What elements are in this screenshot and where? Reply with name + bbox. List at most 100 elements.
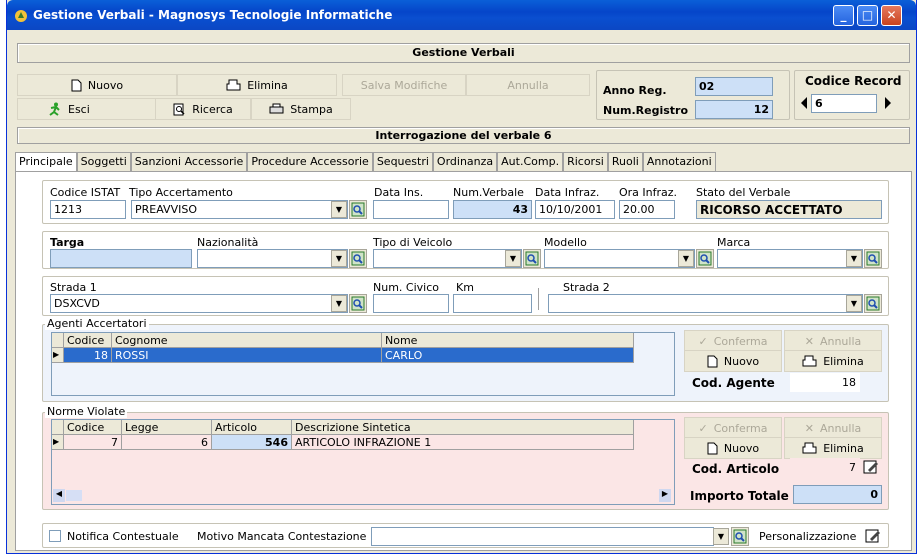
data-infraz-field[interactable]: 10/10/2001 bbox=[535, 200, 615, 219]
tab-ordinanza[interactable]: Ordinanza bbox=[432, 152, 498, 172]
agenti-nuovo-button[interactable]: Nuovo bbox=[684, 350, 782, 372]
app-icon bbox=[15, 10, 27, 22]
anno-reg-field[interactable]: 02 bbox=[695, 77, 773, 96]
table-row[interactable]: 7 bbox=[64, 435, 122, 450]
km-field[interactable] bbox=[453, 294, 532, 313]
tipo-veicolo-dropdown-icon[interactable]: ▼ bbox=[505, 250, 521, 267]
minimize-button[interactable]: _ bbox=[833, 5, 854, 26]
agenti-conferma-button[interactable]: ✓ Conferma bbox=[684, 330, 782, 352]
targa-label: Targa bbox=[50, 236, 85, 249]
nazionalita-search-button[interactable] bbox=[349, 249, 367, 268]
codice-record-field[interactable]: 6 bbox=[811, 94, 877, 113]
cod-agente-field[interactable]: 18 bbox=[790, 373, 860, 392]
norme-col-legge[interactable]: Legge bbox=[122, 420, 212, 435]
agenti-col-nome[interactable]: Nome bbox=[382, 333, 634, 348]
ora-infraz-field[interactable]: 20.00 bbox=[619, 200, 675, 219]
magnifier-icon bbox=[351, 296, 365, 311]
tipo-accertamento-dropdown-icon[interactable]: ▼ bbox=[331, 201, 347, 218]
table-row[interactable]: 546 bbox=[212, 435, 292, 450]
stampa-button[interactable]: Stampa bbox=[251, 98, 351, 120]
data-ins-field[interactable] bbox=[373, 200, 449, 219]
motivo-search-button[interactable] bbox=[731, 527, 749, 546]
tab-procedure-accessorie[interactable]: Procedure Accessorie bbox=[247, 152, 373, 172]
scroll-thumb[interactable] bbox=[66, 490, 82, 501]
cross-icon: ✕ bbox=[804, 421, 814, 435]
norme-col-articolo[interactable]: Articolo bbox=[212, 420, 292, 435]
agenti-col-codice[interactable]: Codice bbox=[64, 333, 112, 348]
marca-select[interactable] bbox=[717, 249, 863, 268]
nuovo-button[interactable]: Nuovo bbox=[17, 74, 177, 96]
motivo-dropdown-icon[interactable]: ▼ bbox=[713, 528, 729, 545]
norme-col-codice[interactable]: Codice bbox=[64, 420, 122, 435]
nazionalita-select[interactable] bbox=[197, 249, 348, 268]
codice-record-label: Codice Record bbox=[805, 74, 902, 88]
norme-elimina-button[interactable]: Elimina bbox=[784, 437, 882, 459]
tab-ruoli[interactable]: Ruoli bbox=[607, 152, 643, 172]
notifica-contestuale-checkbox[interactable] bbox=[49, 530, 61, 542]
edit-icon[interactable] bbox=[865, 528, 881, 544]
horizontal-scrollbar[interactable]: ◀ ▶ bbox=[52, 488, 674, 504]
modello-dropdown-icon[interactable]: ▼ bbox=[678, 250, 694, 267]
scroll-right-icon[interactable]: ▶ bbox=[659, 489, 671, 502]
tipo-veicolo-select[interactable] bbox=[373, 249, 522, 268]
strada1-dropdown-icon[interactable]: ▼ bbox=[331, 295, 347, 312]
tab-ricorsi[interactable]: Ricorsi bbox=[563, 152, 608, 172]
tab-soggetti[interactable]: Soggetti bbox=[76, 152, 131, 172]
running-man-icon bbox=[49, 102, 60, 116]
norme-annulla-button[interactable]: ✕ Annulla bbox=[784, 417, 882, 439]
magnifier-icon bbox=[866, 251, 880, 266]
modello-select[interactable] bbox=[544, 249, 695, 268]
tab-annotazioni[interactable]: Annotazioni bbox=[642, 152, 716, 172]
cod-articolo-field[interactable]: 7 bbox=[790, 458, 860, 477]
tab-aut-comp[interactable]: Aut.Comp. bbox=[497, 152, 564, 172]
tipo-veicolo-search-button[interactable] bbox=[523, 249, 541, 268]
agenti-col-cognome[interactable]: Cognome bbox=[112, 333, 382, 348]
tab-principale[interactable]: Principale bbox=[15, 152, 77, 172]
edit-icon[interactable] bbox=[863, 459, 879, 475]
elimina-button[interactable]: Elimina bbox=[177, 74, 337, 96]
strada2-search-button[interactable] bbox=[864, 294, 882, 313]
strada2-select[interactable] bbox=[548, 294, 863, 313]
close-button[interactable]: ✕ bbox=[881, 5, 902, 26]
annulla-button[interactable]: Annulla bbox=[466, 74, 590, 96]
km-label: Km bbox=[456, 281, 474, 294]
codice-istat-field[interactable]: 1213 bbox=[50, 200, 126, 219]
nazionalita-dropdown-icon[interactable]: ▼ bbox=[331, 250, 347, 267]
targa-field[interactable] bbox=[50, 249, 192, 268]
previous-record-icon[interactable] bbox=[799, 96, 809, 110]
tab-sequestri[interactable]: Sequestri bbox=[372, 152, 433, 172]
norme-nuovo-button[interactable]: Nuovo bbox=[684, 437, 782, 459]
tab-sanzioni-accessorie[interactable]: Sanzioni Accessorie bbox=[130, 152, 248, 172]
header-title: Gestione Verbali bbox=[17, 43, 910, 63]
tipo-accertamento-select[interactable]: PREAVVISO bbox=[131, 200, 348, 219]
table-row[interactable]: 18 bbox=[64, 348, 112, 363]
num-civico-field[interactable] bbox=[373, 294, 449, 313]
modello-search-button[interactable] bbox=[696, 249, 714, 268]
scroll-left-icon[interactable]: ◀ bbox=[53, 489, 65, 502]
norme-conferma-button[interactable]: ✓ Conferma bbox=[684, 417, 782, 439]
cod-articolo-label: Cod. Articolo bbox=[692, 462, 780, 476]
norme-group-label: Norme Violate bbox=[45, 405, 128, 418]
table-row[interactable]: ROSSI bbox=[112, 348, 382, 363]
norme-col-descrizione[interactable]: Descrizione Sintetica bbox=[292, 420, 634, 435]
num-verbale-field[interactable]: 43 bbox=[453, 200, 532, 219]
maximize-button[interactable]: □ bbox=[857, 5, 878, 26]
marca-search-button[interactable] bbox=[864, 249, 882, 268]
agenti-annulla-button[interactable]: ✕ Annulla bbox=[784, 330, 882, 352]
salva-label: Salva Modifiche bbox=[360, 78, 448, 92]
tipo-accertamento-search-button[interactable] bbox=[349, 200, 367, 219]
marca-dropdown-icon[interactable]: ▼ bbox=[846, 250, 862, 267]
salva-modifiche-button[interactable]: Salva Modifiche bbox=[342, 74, 466, 96]
ricerca-button[interactable]: Ricerca bbox=[155, 98, 251, 120]
motivo-mancata-select[interactable] bbox=[371, 527, 714, 546]
next-record-icon[interactable] bbox=[883, 96, 893, 110]
strada2-dropdown-icon[interactable]: ▼ bbox=[846, 295, 862, 312]
table-row[interactable]: ARTICOLO INFRAZIONE 1 bbox=[292, 435, 634, 450]
strada1-search-button[interactable] bbox=[349, 294, 367, 313]
table-row[interactable]: CARLO bbox=[382, 348, 634, 363]
esci-button[interactable]: Esci bbox=[17, 98, 177, 120]
num-registro-field[interactable]: 12 bbox=[695, 100, 773, 119]
strada1-select[interactable]: DSXCVD bbox=[50, 294, 348, 313]
agenti-elimina-button[interactable]: Elimina bbox=[784, 350, 882, 372]
table-row[interactable]: 6 bbox=[122, 435, 212, 450]
